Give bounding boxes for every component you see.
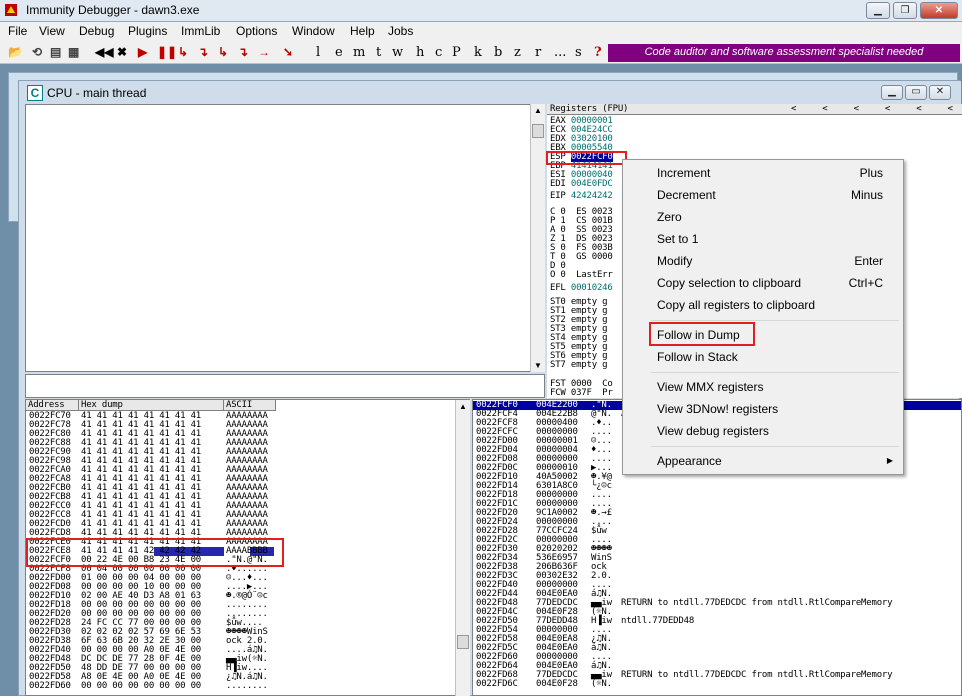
toolbar-letter-h[interactable]: h — [416, 45, 424, 60]
grid-icon[interactable]: ▦ — [68, 45, 79, 59]
cpu-maximize-button[interactable]: ▭ — [905, 85, 927, 100]
animate-over-icon[interactable]: ↴ — [238, 45, 248, 59]
fcw-register: FCW 037F Pr — [550, 388, 613, 398]
scroll-up-arrow[interactable]: ▲ — [534, 106, 542, 115]
shortcut-copy-selection: Ctrl+C — [848, 276, 883, 290]
dump-header-ascii[interactable]: ASCII — [224, 400, 276, 411]
toolbar-letter-w[interactable]: w — [392, 45, 403, 60]
menu-help[interactable]: Help — [350, 24, 375, 38]
window-title: Immunity Debugger - dawn3.exe — [26, 3, 200, 17]
menu-item-appearance[interactable]: Appearance — [657, 454, 722, 468]
cpu-close-button[interactable]: ✕ — [929, 85, 951, 100]
dump-header-address[interactable]: Address — [26, 400, 79, 411]
efl-register: EFL 00010246 — [550, 283, 613, 293]
app-icon — [5, 4, 17, 16]
rewind-icon[interactable]: ◀◀ — [95, 45, 113, 59]
step-into-icon[interactable]: ↳ — [178, 45, 188, 59]
menu-item-zero[interactable]: Zero — [657, 210, 682, 224]
follow-in-dump-highlight-box — [649, 322, 755, 346]
toolbar-letter-k[interactable]: k — [474, 45, 482, 60]
submenu-arrow-icon: ▶ — [886, 456, 893, 465]
scroll-thumb[interactable] — [532, 124, 544, 138]
pause-icon[interactable]: ❚❚ — [157, 45, 177, 59]
step-over-icon[interactable]: ↴ — [198, 45, 208, 59]
menu-options[interactable]: Options — [236, 24, 277, 38]
stack-row[interactable]: 0022FD6C 004E0F28 (☼N. — [473, 680, 961, 689]
toolbar-letter-r[interactable]: r — [535, 45, 541, 60]
menu-window[interactable]: Window — [292, 24, 335, 38]
dump-scroll-thumb[interactable] — [457, 635, 469, 649]
toolbar-letter-c[interactable]: c — [435, 45, 442, 60]
shortcut-increment: Plus — [859, 166, 883, 180]
toolbar-letter-s[interactable]: s — [575, 45, 582, 60]
info-pane — [25, 374, 545, 398]
title-bar: Immunity Debugger - dawn3.exe ▁ ❐ ✕ — [0, 0, 962, 22]
menu-item-view-3dnow[interactable]: View 3DNow! registers — [657, 402, 778, 416]
hex-dump-pane[interactable]: Address Hex dump ASCII 0022FC70 41 41 41 … — [25, 399, 470, 696]
maximize-button[interactable]: ❐ — [893, 2, 917, 19]
go-to-icon[interactable]: ➘ — [283, 45, 293, 59]
close-button[interactable]: ✕ — [920, 2, 958, 19]
toolbar-letter-z[interactable]: z — [514, 45, 521, 60]
menu-item-view-mmx[interactable]: View MMX registers — [657, 380, 763, 394]
menu-item-modify[interactable]: Modify — [657, 254, 692, 268]
register-context-menu: Increment Plus Decrement Minus Zero Set … — [622, 159, 904, 475]
menu-separator — [651, 372, 899, 373]
menu-view[interactable]: View — [39, 24, 65, 38]
menu-plugins[interactable]: Plugins — [128, 24, 167, 38]
close-debug-icon[interactable]: ✖ — [117, 45, 127, 59]
menu-item-view-debug-registers[interactable]: View debug registers — [657, 424, 769, 438]
menu-item-decrement[interactable]: Decrement — [657, 188, 716, 202]
disassembly-pane[interactable] — [25, 104, 545, 372]
toolbar-letter-e[interactable]: e — [335, 45, 343, 60]
menu-immlib[interactable]: ImmLib — [181, 24, 220, 38]
restart-icon[interactable]: ⟲ — [32, 45, 42, 59]
menu-separator — [651, 446, 899, 447]
toolbar-letter-dots[interactable]: ... — [554, 45, 566, 60]
register-row[interactable]: EDI 004E0FDC — [550, 180, 613, 189]
execute-till-return-icon[interactable]: → — [258, 45, 270, 59]
menu-debug[interactable]: Debug — [79, 24, 114, 38]
toolbar-letter-t[interactable]: t — [376, 45, 381, 60]
menu-item-increment[interactable]: Increment — [657, 166, 710, 180]
toolbar-letter-l[interactable]: l — [316, 45, 320, 60]
menu-separator — [651, 320, 899, 321]
list-icon[interactable]: ▤ — [50, 45, 61, 59]
menu-item-set-to-1[interactable]: Set to 1 — [657, 232, 698, 246]
toolbar-help-icon[interactable]: ? — [594, 45, 602, 60]
menu-item-follow-in-stack[interactable]: Follow in Stack — [657, 350, 738, 364]
minimize-button[interactable]: ▁ — [866, 2, 890, 19]
menu-item-copy-selection[interactable]: Copy selection to clipboard — [657, 276, 801, 290]
eip-register: EIP 42424242 — [550, 191, 613, 201]
toolbar-letter-m[interactable]: m — [353, 45, 365, 60]
cpu-minimize-button[interactable]: ▁ — [881, 85, 903, 100]
menu-jobs[interactable]: Jobs — [388, 24, 413, 38]
dump-header-hex[interactable]: Hex dump — [79, 400, 224, 411]
disassembly-scrollbar[interactable]: ▲ ▼ — [530, 104, 545, 372]
flag-row[interactable]: O 0 LastErr — [550, 271, 613, 280]
dump-scrollbar[interactable]: ▲ — [455, 400, 470, 696]
menu-item-copy-all-registers[interactable]: Copy all registers to clipboard — [657, 298, 815, 312]
esp-highlight-box — [546, 151, 627, 165]
run-icon[interactable]: ▶ — [138, 45, 147, 59]
fpu-row[interactable]: ST7 empty g — [550, 361, 608, 370]
open-icon[interactable]: 📂 — [8, 45, 23, 59]
cpu-window-header: C CPU - main thread ▁ ▭ ✕ — [19, 81, 961, 105]
advert-banner[interactable]: Code auditor and software assessment spe… — [608, 44, 960, 62]
shortcut-modify: Enter — [854, 254, 883, 268]
registers-scroll-arrows[interactable]: < < < < < < — [791, 105, 953, 114]
registers-header: Registers (FPU) < < < < < < — [547, 104, 962, 115]
dump-scroll-up-arrow[interactable]: ▲ — [459, 402, 467, 411]
toolbar-letter-P[interactable]: P — [452, 45, 461, 60]
cpu-icon: C — [27, 85, 43, 101]
animate-into-icon[interactable]: ↳ — [218, 45, 228, 59]
menu-file[interactable]: File — [8, 24, 27, 38]
cpu-window-title: CPU - main thread — [47, 86, 147, 100]
dump-row[interactable]: 0022FD60 00 00 00 00 00 00 00 00........ — [26, 682, 276, 691]
shortcut-decrement: Minus — [850, 188, 883, 202]
scroll-down-arrow[interactable]: ▼ — [534, 361, 542, 370]
menu-bar: File View Debug Plugins ImmLib Options W… — [0, 22, 962, 42]
toolbar-letter-b[interactable]: b — [494, 45, 502, 60]
